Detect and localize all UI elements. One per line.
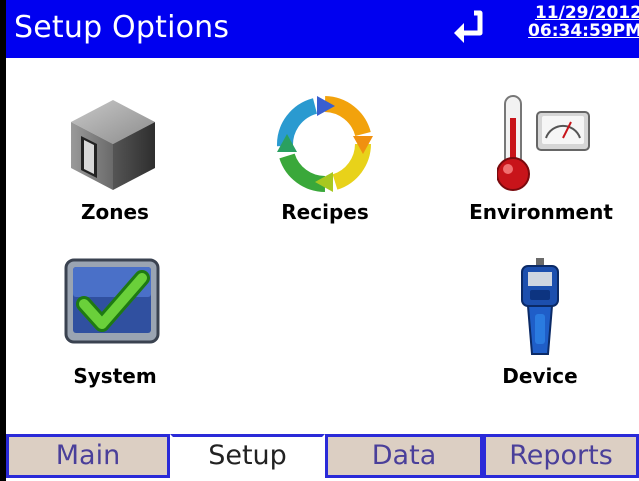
system-tile[interactable]: System <box>50 256 180 396</box>
device-label: Device <box>502 364 578 388</box>
device-handheld-icon <box>521 258 559 355</box>
system-checkmark-icon <box>64 258 160 344</box>
recipes-label: Recipes <box>281 200 369 224</box>
zones-label: Zones <box>81 200 149 224</box>
environment-thermometer-gauge-icon <box>497 95 590 191</box>
time-text: 06:34:59PM <box>528 21 639 41</box>
tab-setup[interactable]: Setup <box>170 434 325 478</box>
date-time: 11/29/2012 06:34:59PM <box>514 4 639 40</box>
tab-data[interactable]: Data <box>325 434 483 478</box>
system-label: System <box>73 364 157 388</box>
recipes-cycle-icon <box>277 96 373 192</box>
title-bar: Setup Options 11/29/2012 06:34:59PM <box>6 0 639 58</box>
zones-tile[interactable]: Zones <box>50 92 180 232</box>
tab-bar: Main Setup Data Reports <box>6 434 639 481</box>
page-title: Setup Options <box>14 10 230 45</box>
tab-reports[interactable]: Reports <box>483 434 639 478</box>
tab-main[interactable]: Main <box>6 434 170 478</box>
screen: Setup Options 11/29/2012 06:34:59PM Zone… <box>0 0 639 481</box>
device-tile[interactable]: Device <box>470 256 610 396</box>
recipes-tile[interactable]: Recipes <box>255 92 395 232</box>
zones-cube-icon <box>71 100 155 190</box>
left-border <box>0 0 6 481</box>
environment-label: Environment <box>469 200 613 224</box>
login-arrow-icon[interactable] <box>448 9 488 45</box>
environment-tile[interactable]: Environment <box>455 92 627 232</box>
date-text: 11/29/2012 <box>534 3 639 23</box>
